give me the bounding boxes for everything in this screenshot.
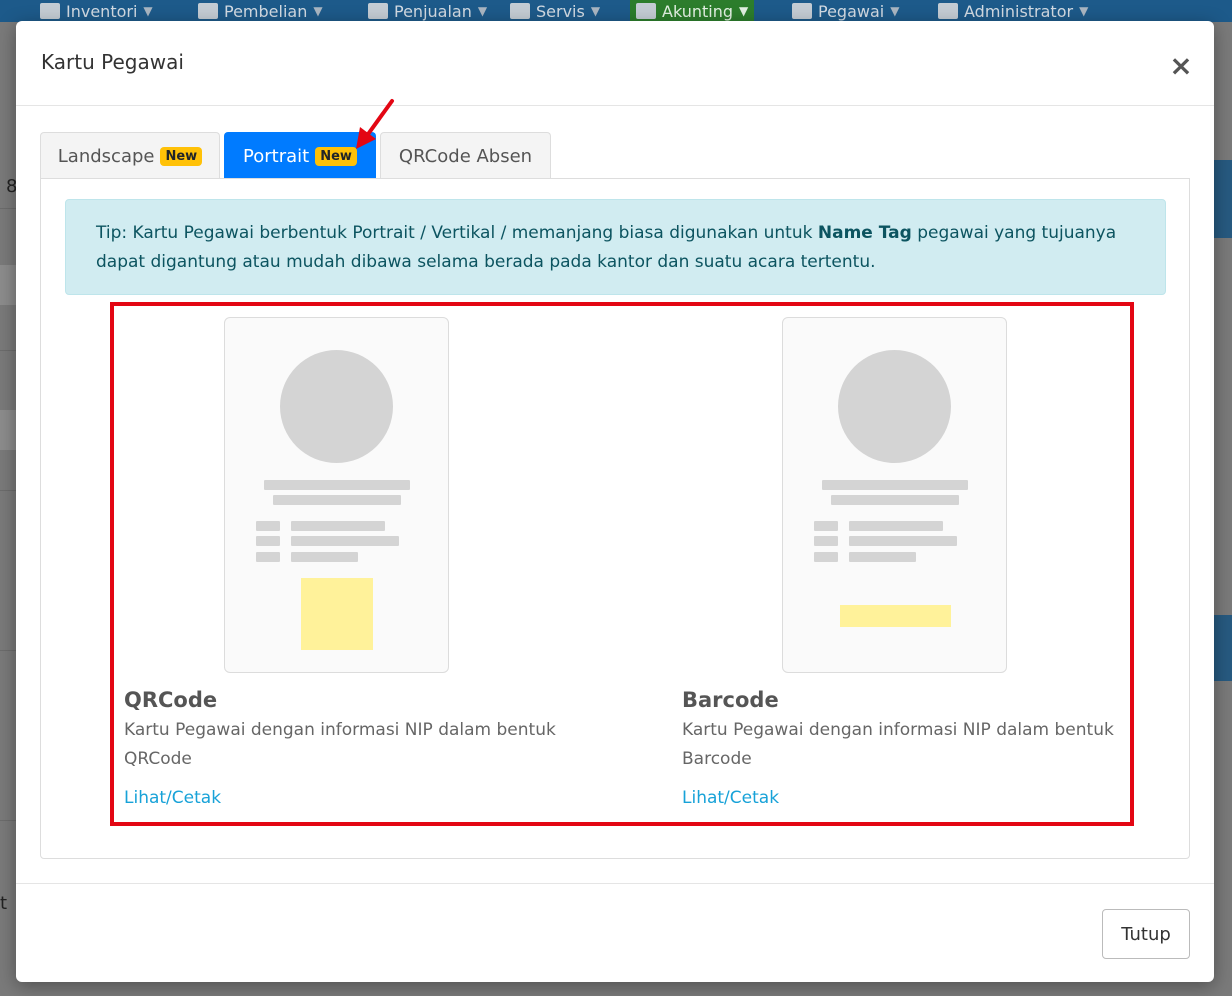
barcode-card-preview[interactable] xyxy=(782,317,1007,673)
money-icon xyxy=(636,3,656,19)
text-placeholder xyxy=(291,536,399,546)
text-placeholder xyxy=(256,552,280,562)
close-icon[interactable]: × xyxy=(1168,52,1194,80)
qrcode-option-description: Kartu Pegawai dengan informasi NIP dalam… xyxy=(124,720,556,769)
nav-item-penjualan[interactable]: Penjualan ▼ xyxy=(368,0,487,22)
nav-item-pembelian[interactable]: Pembelian ▼ xyxy=(198,0,323,22)
barcode-option-description: Kartu Pegawai dengan informasi NIP dalam… xyxy=(682,720,1114,769)
background-row xyxy=(0,265,16,305)
qrcode-option-title: QRCode xyxy=(124,688,218,712)
tab-qrcode-absen[interactable]: QRCode Absen xyxy=(380,132,551,179)
background-divider xyxy=(0,490,16,491)
new-badge: New xyxy=(315,146,357,166)
nav-item-inventori[interactable]: Inventori ▼ xyxy=(40,0,153,22)
text-placeholder xyxy=(256,521,280,531)
chevron-down-icon: ▼ xyxy=(143,4,153,18)
top-navbar: Inventori ▼ Pembelian ▼ Penjualan ▼ Serv… xyxy=(0,0,1232,22)
text-placeholder xyxy=(814,521,838,531)
box-icon xyxy=(40,3,60,19)
nav-item-servis[interactable]: Servis ▼ xyxy=(510,0,600,22)
text-placeholder xyxy=(822,480,968,490)
annotation-arrow-icon xyxy=(356,99,394,149)
barcode-placeholder xyxy=(840,605,951,627)
text-placeholder xyxy=(849,536,957,546)
modal-footer: Tutup xyxy=(16,883,1214,982)
gears-icon xyxy=(510,3,530,19)
chevron-down-icon: ▼ xyxy=(477,4,488,18)
text-placeholder xyxy=(256,536,280,546)
text-placeholder xyxy=(264,480,410,490)
close-button[interactable]: Tutup xyxy=(1102,909,1190,959)
barcode-view-print-link[interactable]: Lihat/Cetak xyxy=(682,788,779,808)
chevron-down-icon: ▼ xyxy=(890,4,900,18)
qrcode-view-print-link[interactable]: Lihat/Cetak xyxy=(124,788,221,808)
nav-item-akunting[interactable]: Akunting ▼ xyxy=(630,0,755,22)
gear-icon xyxy=(938,3,958,19)
background-panel xyxy=(1214,160,1232,238)
modal-title: Kartu Pegawai xyxy=(41,50,184,74)
text-placeholder xyxy=(849,552,916,562)
nav-item-pegawai[interactable]: Pegawai ▼ xyxy=(792,0,899,22)
background-divider xyxy=(0,350,16,351)
background-text: t xyxy=(0,893,8,914)
cart-icon xyxy=(198,3,218,19)
document-icon xyxy=(368,3,388,19)
new-badge: New xyxy=(160,146,203,166)
chevron-down-icon: ▼ xyxy=(739,4,749,18)
nav-item-administrator[interactable]: Administrator ▼ xyxy=(938,0,1088,22)
barcode-option-title: Barcode xyxy=(682,688,779,712)
text-placeholder xyxy=(291,552,358,562)
avatar-placeholder xyxy=(838,350,951,463)
chevron-down-icon: ▼ xyxy=(1079,4,1089,18)
kartu-pegawai-modal: Kartu Pegawai × Landscape New Portrait N… xyxy=(16,21,1214,982)
qrcode-card-preview[interactable] xyxy=(224,317,449,673)
background-panel xyxy=(1214,615,1232,681)
background-divider xyxy=(0,820,16,821)
text-placeholder xyxy=(849,521,943,531)
tab-landscape[interactable]: Landscape New xyxy=(40,132,220,179)
text-placeholder xyxy=(273,495,401,505)
background-divider xyxy=(0,650,16,651)
background-row xyxy=(0,410,16,450)
chevron-down-icon: ▼ xyxy=(313,4,323,18)
qrcode-placeholder xyxy=(301,578,373,650)
id-card-icon xyxy=(792,3,812,19)
text-placeholder xyxy=(291,521,385,531)
text-placeholder xyxy=(814,552,838,562)
portrait-tab-panel: Tip: Kartu Pegawai berbentuk Portrait / … xyxy=(40,178,1190,859)
highlight-box: QRCode Kartu Pegawai dengan informasi NI… xyxy=(110,302,1134,826)
modal-header: Kartu Pegawai × xyxy=(16,21,1214,106)
avatar-placeholder xyxy=(280,350,393,463)
background-divider xyxy=(0,208,16,209)
chevron-down-icon: ▼ xyxy=(590,4,601,18)
text-placeholder xyxy=(831,495,959,505)
text-placeholder xyxy=(814,536,838,546)
tip-alert: Tip: Kartu Pegawai berbentuk Portrait / … xyxy=(65,199,1166,295)
